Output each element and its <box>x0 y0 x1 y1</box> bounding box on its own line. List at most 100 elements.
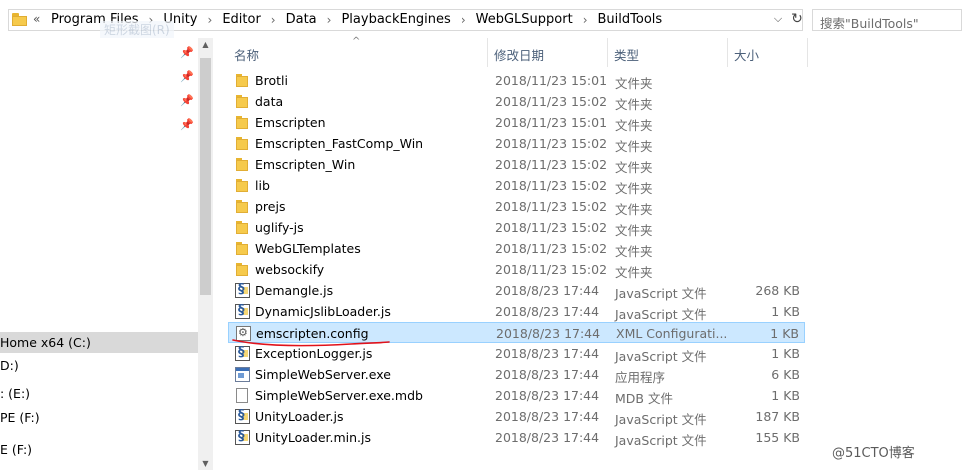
main-scrollbar[interactable] <box>946 38 962 470</box>
breadcrumb-separator-icon[interactable]: › <box>200 13 221 27</box>
folder-icon <box>235 136 250 151</box>
file-row[interactable]: Brotli 2018/11/23 15:01 文件夹 <box>228 70 805 91</box>
file-size: 1 KB <box>771 346 800 361</box>
file-name: Emscripten <box>255 115 326 130</box>
file-type: 文件夹 <box>615 202 653 217</box>
file-name: SimpleWebServer.exe.mdb <box>255 388 423 403</box>
file-row[interactable]: Emscripten_FastComp_Win 2018/11/23 15:02 文… <box>228 133 805 154</box>
file-size: 6 KB <box>771 367 800 382</box>
file-row[interactable]: Emscripten_Win 2018/11/23 15:02 文件夹 <box>228 154 805 175</box>
context-menu-ghost: 矩形截图(R) <box>100 21 174 38</box>
folder-icon <box>235 178 250 193</box>
file-type: JavaScript 文件 <box>615 433 707 448</box>
column-header-type[interactable]: 类型 <box>608 38 728 67</box>
file-row[interactable]: UnityLoader.js 2018/8/23 17:44 JavaScript … <box>228 406 805 427</box>
js-icon <box>235 282 250 298</box>
nav-drive-item[interactable]: : (E:) <box>0 383 198 404</box>
breadcrumb-item[interactable]: WebGLSupport <box>474 12 575 27</box>
file-name: Emscripten_Win <box>255 157 356 172</box>
breadcrumb-item[interactable]: BuildTools <box>596 12 665 27</box>
file-type: MDB 文件 <box>615 391 673 406</box>
nav-drive-item[interactable]: E (F:) <box>0 439 198 460</box>
watermark: @51CTO博客 <box>832 446 915 461</box>
column-date-label: 修改日期 <box>494 48 545 63</box>
file-size: 155 KB <box>755 430 800 445</box>
pin-icon[interactable]: 📌 <box>180 94 194 107</box>
file-type: JavaScript 文件 <box>615 307 707 322</box>
file-type: JavaScript 文件 <box>615 412 707 427</box>
file-date: 2018/11/23 15:02 <box>495 262 608 277</box>
file-date: 2018/11/23 15:02 <box>495 220 608 235</box>
file-row[interactable]: Demangle.js 2018/8/23 17:44 JavaScript 文件 2… <box>228 280 805 301</box>
file-row[interactable]: data 2018/11/23 15:02 文件夹 <box>228 91 805 112</box>
file-type: 文件夹 <box>615 244 653 259</box>
file-type: JavaScript 文件 <box>615 286 707 301</box>
file-date: 2018/8/23 17:44 <box>495 367 600 382</box>
breadcrumb-separator-icon[interactable]: › <box>319 13 340 27</box>
column-size-label: 大小 <box>734 48 760 63</box>
file-row[interactable]: DynamicJslibLoader.js 2018/8/23 17:44 Java… <box>228 301 805 322</box>
file-date: 2018/11/23 15:02 <box>495 136 608 151</box>
file-date: 2018/11/23 15:02 <box>495 241 608 256</box>
file-date: 2018/8/23 17:44 <box>495 409 600 424</box>
file-date: 2018/11/23 15:01 <box>495 73 608 88</box>
file-date: 2018/11/23 15:02 <box>495 178 608 193</box>
breadcrumb-item[interactable]: PlaybackEngines <box>339 12 452 27</box>
file-row[interactable]: websockify 2018/11/23 15:02 文件夹 <box>228 259 805 280</box>
nav-drive-label: Home x64 (C:) <box>0 335 91 350</box>
search-input[interactable]: 搜索"BuildTools" <box>812 9 962 31</box>
file-icon <box>236 388 248 403</box>
pin-icon[interactable]: 📌 <box>180 70 194 83</box>
scroll-down-icon[interactable]: ▼ <box>198 459 213 468</box>
file-row[interactable]: WebGLTemplates 2018/11/23 15:02 文件夹 <box>228 238 805 259</box>
column-header-size[interactable]: 大小 <box>728 38 808 67</box>
file-row[interactable]: uglify-js 2018/11/23 15:02 文件夹 <box>228 217 805 238</box>
file-row[interactable]: Emscripten 2018/11/23 15:01 文件夹 <box>228 112 805 133</box>
refresh-icon[interactable]: ↻ <box>789 11 805 27</box>
file-name: ExceptionLogger.js <box>255 346 373 361</box>
breadcrumb-item[interactable]: Editor <box>220 12 262 27</box>
nav-drive-label: D:) <box>0 358 19 373</box>
chevron-down-icon[interactable]: ⌵ <box>771 12 785 26</box>
file-row[interactable]: UnityLoader.min.js 2018/8/23 17:44 JavaScr… <box>228 427 805 448</box>
file-name: SimpleWebServer.exe <box>255 367 391 382</box>
breadcrumb-separator-icon[interactable]: › <box>575 13 596 27</box>
column-name-label: 名称 <box>234 48 260 63</box>
folder-icon <box>235 73 250 88</box>
scroll-up-icon[interactable]: ▲ <box>198 40 213 49</box>
file-date: 2018/8/23 17:44 <box>495 346 600 361</box>
breadcrumb-item[interactable]: Data <box>284 12 319 27</box>
file-type: 文件夹 <box>615 139 653 154</box>
file-type: 文件夹 <box>615 97 653 112</box>
folder-icon <box>235 94 250 109</box>
breadcrumb-separator-icon[interactable]: › <box>263 13 284 27</box>
nav-drive-item[interactable]: PE (F:) <box>0 407 198 428</box>
file-name: websockify <box>255 262 325 277</box>
file-name: uglify-js <box>255 220 304 235</box>
file-size: 1 KB <box>770 326 799 341</box>
pin-icon[interactable]: 📌 <box>180 118 194 131</box>
nav-drive-item[interactable]: D:) <box>0 355 198 376</box>
breadcrumb-overflow-icon[interactable]: « <box>33 12 40 26</box>
file-row[interactable]: SimpleWebServer.exe 2018/8/23 17:44 应用程序 6 … <box>228 364 805 385</box>
file-date: 2018/8/23 17:44 <box>495 388 600 403</box>
file-date: 2018/11/23 15:02 <box>495 199 608 214</box>
nav-scroll-thumb[interactable] <box>200 58 211 295</box>
pin-icon[interactable]: 📌 <box>180 46 194 59</box>
file-name: prejs <box>255 199 286 214</box>
breadcrumb-separator-icon[interactable]: › <box>453 13 474 27</box>
file-date: 2018/11/23 15:01 <box>495 115 608 130</box>
column-header-date[interactable]: 修改日期 <box>488 38 608 67</box>
nav-drive-label: PE (F:) <box>0 410 40 425</box>
file-name: Demangle.js <box>255 283 334 298</box>
file-row[interactable]: SimpleWebServer.exe.mdb 2018/8/23 17:44 MD… <box>228 385 805 406</box>
file-row[interactable]: prejs 2018/11/23 15:02 文件夹 <box>228 196 805 217</box>
nav-scrollbar[interactable]: ▲ ▼ <box>198 38 213 470</box>
nav-drive-item[interactable]: Home x64 (C:) <box>0 332 198 353</box>
file-row[interactable]: lib 2018/11/23 15:02 文件夹 <box>228 175 805 196</box>
file-name: Emscripten_FastComp_Win <box>255 136 424 151</box>
file-name: WebGLTemplates <box>255 241 361 256</box>
folder-icon <box>235 241 250 256</box>
file-name: UnityLoader.js <box>255 409 344 424</box>
file-name: DynamicJslibLoader.js <box>255 304 391 319</box>
